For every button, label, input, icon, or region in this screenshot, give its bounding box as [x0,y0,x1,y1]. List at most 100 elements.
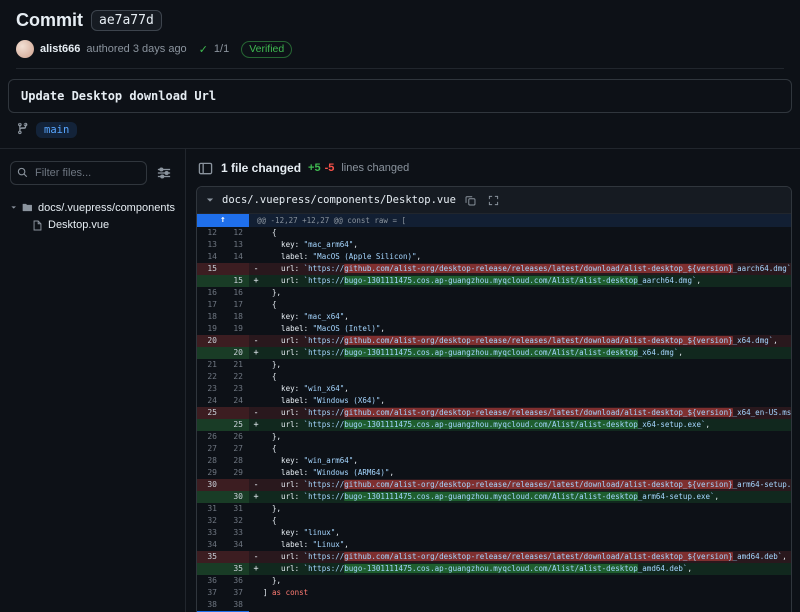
new-line-number[interactable]: 29 [223,467,249,479]
old-line-number[interactable]: 22 [197,371,223,383]
diff-sign [249,383,263,395]
old-line-number[interactable]: 38 [197,599,223,611]
diff-row: 2626 }, [197,431,791,443]
old-line-number[interactable]: 27 [197,443,223,455]
diff-row: 1919 label: "MacOS (Intel)", [197,323,791,335]
file-path[interactable]: docs/.vuepress/components/Desktop.vue [222,194,456,206]
diff-row: 3131 }, [197,503,791,515]
old-line-number[interactable]: 35 [197,551,223,563]
toggle-file-tree-button[interactable] [196,159,214,177]
code-line: url: `https://bugo-1301111475.cos.ap-gua… [263,491,791,503]
new-line-number[interactable]: 16 [223,287,249,299]
code-line: url: `https://github.com/alist-org/deskt… [263,263,791,275]
new-line-number[interactable] [223,263,249,275]
old-line-number[interactable]: 34 [197,539,223,551]
diff-row: 3636 }, [197,575,791,587]
new-line-number[interactable]: 33 [223,527,249,539]
old-line-number[interactable]: 14 [197,251,223,263]
diff-row: 3838 [197,599,791,611]
author-name[interactable]: alist666 [40,43,80,55]
new-line-number[interactable]: 20 [223,347,249,359]
old-line-number[interactable] [197,347,223,359]
new-line-number[interactable]: 36 [223,575,249,587]
expand-up-button[interactable]: ↑ [197,214,249,227]
code-line: url: `https://github.com/alist-org/deskt… [263,335,791,347]
old-line-number[interactable]: 26 [197,431,223,443]
diff-row: 2929 label: "Windows (ARM64)", [197,467,791,479]
old-line-number[interactable] [197,563,223,575]
old-line-number[interactable]: 18 [197,311,223,323]
old-line-number[interactable]: 15 [197,263,223,275]
old-line-number[interactable]: 25 [197,407,223,419]
new-line-number[interactable]: 37 [223,587,249,599]
old-line-number[interactable]: 21 [197,359,223,371]
old-line-number[interactable]: 29 [197,467,223,479]
new-line-number[interactable] [223,335,249,347]
old-line-number[interactable]: 19 [197,323,223,335]
old-line-number[interactable]: 36 [197,575,223,587]
verified-badge[interactable]: Verified [241,41,292,58]
new-line-number[interactable]: 14 [223,251,249,263]
new-line-number[interactable]: 13 [223,239,249,251]
chevron-down-icon[interactable] [205,195,215,205]
new-line-number[interactable]: 34 [223,539,249,551]
new-line-number[interactable]: 31 [223,503,249,515]
new-line-number[interactable]: 30 [223,491,249,503]
new-line-number[interactable]: 18 [223,311,249,323]
new-line-number[interactable]: 23 [223,383,249,395]
new-line-number[interactable]: 22 [223,371,249,383]
diff-sign: + [249,491,263,503]
new-line-number[interactable]: 28 [223,455,249,467]
new-line-number[interactable] [223,407,249,419]
display-options-button[interactable] [153,162,175,184]
new-line-number[interactable]: 17 [223,299,249,311]
old-line-number[interactable]: 12 [197,227,223,239]
old-line-number[interactable]: 33 [197,527,223,539]
new-line-number[interactable]: 12 [223,227,249,239]
avatar[interactable] [16,40,34,58]
tree-folder-components[interactable]: docs/.vuepress/components [10,199,175,216]
old-line-number[interactable]: 30 [197,479,223,491]
old-line-number[interactable]: 28 [197,455,223,467]
diff-row: 3232 { [197,515,791,527]
old-line-number[interactable]: 24 [197,395,223,407]
new-line-number[interactable] [223,551,249,563]
old-line-number[interactable]: 20 [197,335,223,347]
checks-count[interactable]: 1/1 [214,43,229,55]
commit-sha[interactable]: ae7a77d [91,10,162,31]
old-line-number[interactable] [197,491,223,503]
diff-sign: + [249,347,263,359]
new-line-number[interactable]: 27 [223,443,249,455]
old-line-number[interactable]: 23 [197,383,223,395]
branch-label[interactable]: main [36,122,77,138]
diff-sign: + [249,275,263,287]
new-line-number[interactable]: 25 [223,419,249,431]
new-line-number[interactable]: 35 [223,563,249,575]
new-line-number[interactable]: 19 [223,323,249,335]
old-line-number[interactable] [197,275,223,287]
old-line-number[interactable]: 32 [197,515,223,527]
old-line-number[interactable]: 31 [197,503,223,515]
new-line-number[interactable]: 21 [223,359,249,371]
old-line-number[interactable] [197,419,223,431]
old-line-number[interactable]: 17 [197,299,223,311]
code-line: ] as const [263,587,791,599]
diff-sign: + [249,419,263,431]
filter-files-input[interactable] [10,161,147,185]
new-line-number[interactable]: 32 [223,515,249,527]
diff-main: 1 file changed +5 -5 lines changed docs/… [186,149,800,612]
diff-sign: - [249,335,263,347]
old-line-number[interactable]: 37 [197,587,223,599]
old-line-number[interactable]: 16 [197,287,223,299]
new-line-number[interactable]: 26 [223,431,249,443]
diff-sign [249,539,263,551]
new-line-number[interactable] [223,479,249,491]
search-icon [17,167,28,178]
tree-file-desktop-vue[interactable]: Desktop.vue [10,216,175,233]
copy-path-button[interactable] [463,192,479,208]
expand-diff-button[interactable] [486,192,502,208]
old-line-number[interactable]: 13 [197,239,223,251]
new-line-number[interactable]: 38 [223,599,249,611]
new-line-number[interactable]: 24 [223,395,249,407]
new-line-number[interactable]: 15 [223,275,249,287]
